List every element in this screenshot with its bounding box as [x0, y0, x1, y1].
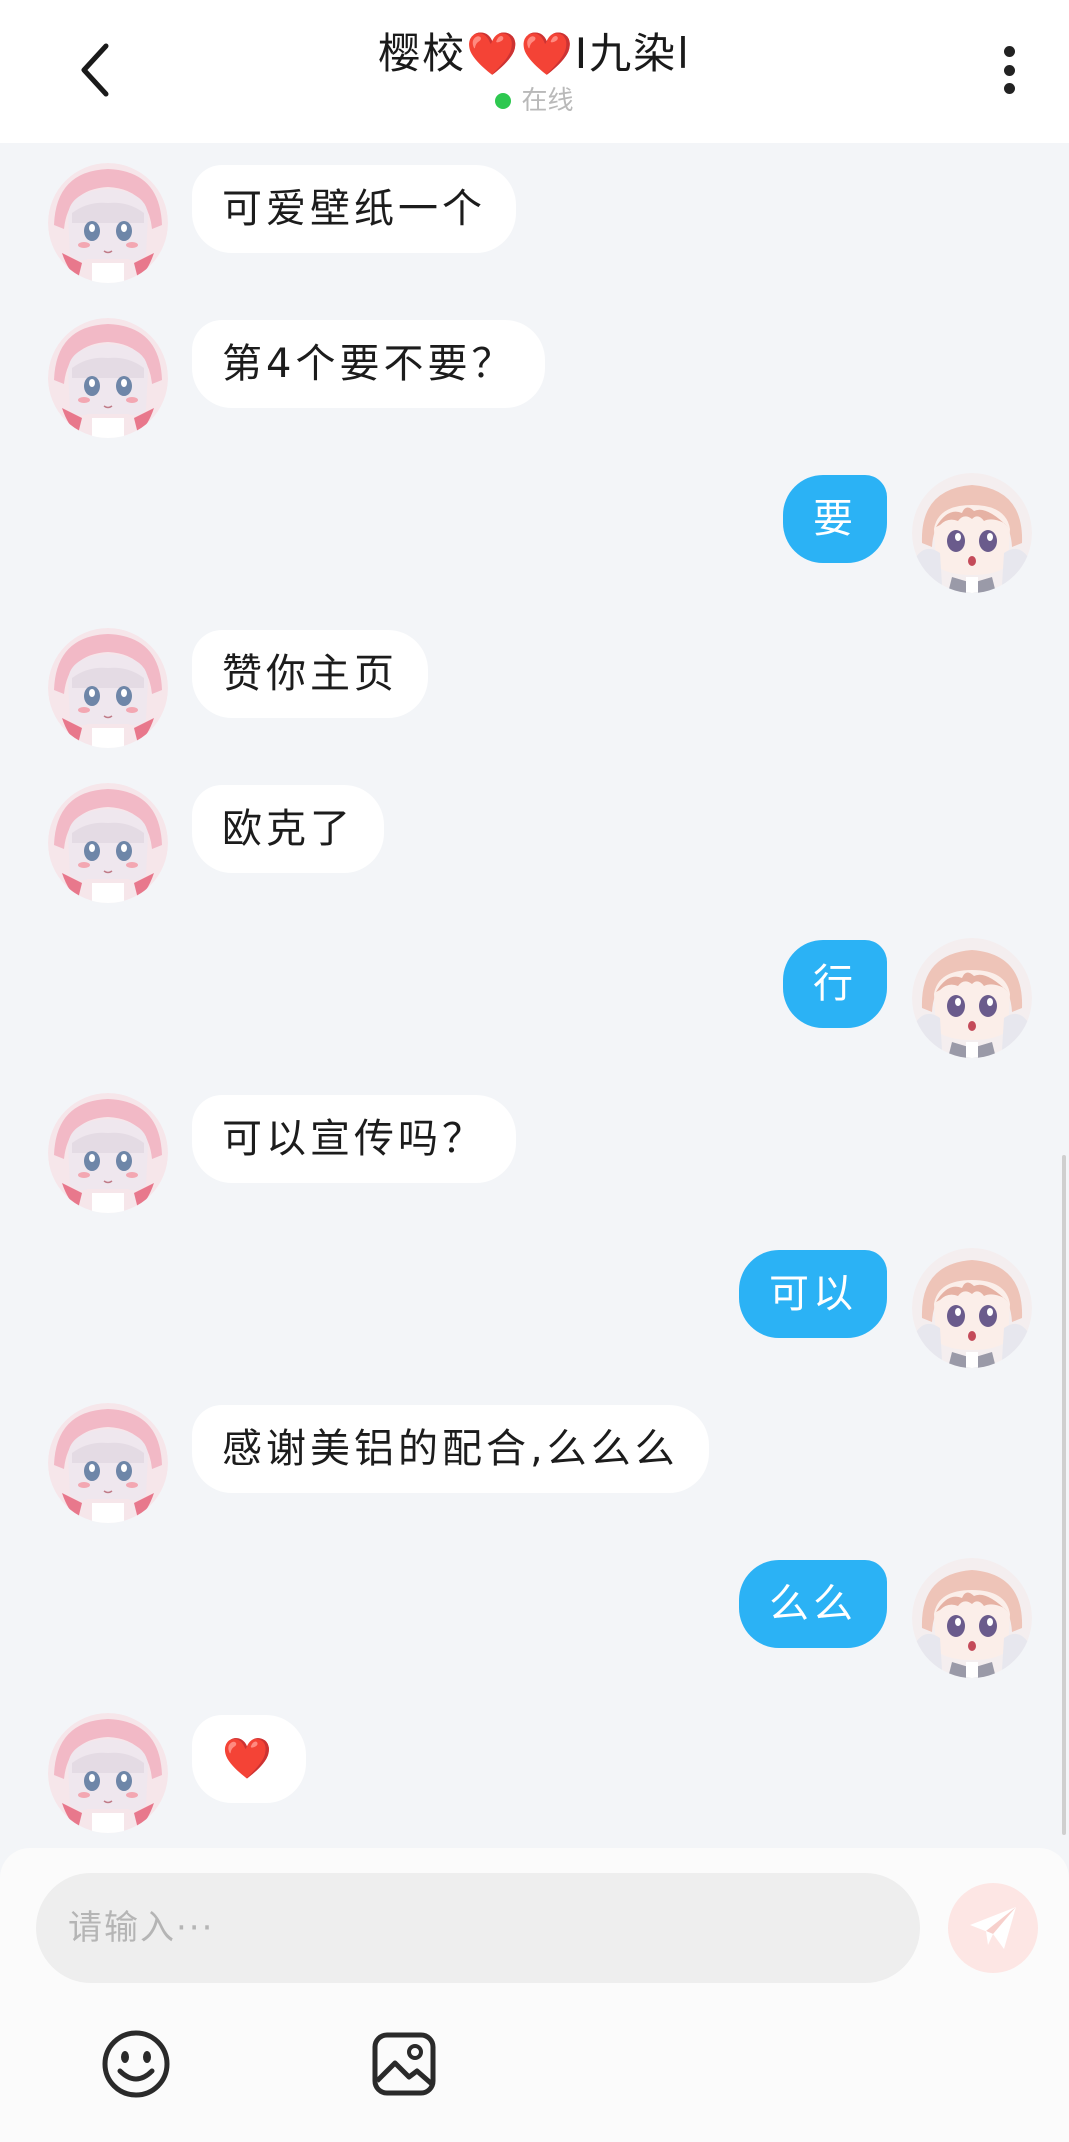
- contact-avatar[interactable]: [48, 1093, 168, 1213]
- composer: [0, 1848, 1069, 2142]
- scrollbar[interactable]: [1062, 1155, 1066, 1835]
- my-avatar[interactable]: [912, 1248, 1032, 1368]
- outgoing-message-bubble[interactable]: 要: [783, 475, 887, 563]
- more-vertical-icon: [1003, 46, 1015, 57]
- incoming-message-bubble[interactable]: 赞你主页: [192, 630, 428, 718]
- chat-title-block: 樱校❤️❤️I九染l 在线: [0, 24, 1069, 116]
- online-dot-icon: [495, 93, 512, 109]
- incoming-message-bubble[interactable]: 感谢美铝的配合,么么么: [192, 1405, 709, 1493]
- contact-avatar[interactable]: [48, 1713, 168, 1833]
- incoming-message-bubble[interactable]: 第4个要不要？: [192, 320, 546, 408]
- incoming-message-bubble[interactable]: 可以宣传吗？: [192, 1095, 516, 1183]
- chat-header: 樱校❤️❤️I九染l 在线: [0, 0, 1069, 143]
- contact-avatar[interactable]: [48, 783, 168, 903]
- incoming-message-bubble[interactable]: 可爱壁纸一个: [192, 165, 516, 253]
- message-row: 行: [0, 938, 1069, 1068]
- message-input[interactable]: [36, 1873, 920, 1983]
- contact-avatar[interactable]: [48, 163, 168, 283]
- contact-avatar[interactable]: [48, 1403, 168, 1523]
- online-status: 在线: [0, 86, 1069, 116]
- message-row: 可以宣传吗？: [0, 1093, 1069, 1223]
- incoming-message-bubble[interactable]: 欧克了: [192, 785, 384, 873]
- message-row: 第4个要不要？: [0, 318, 1069, 448]
- message-row: 欧克了: [0, 783, 1069, 913]
- message-row: 赞你主页: [0, 628, 1069, 758]
- outgoing-message-bubble[interactable]: 行: [783, 940, 887, 1028]
- message-row: 可爱壁纸一个: [0, 163, 1069, 293]
- my-avatar[interactable]: [912, 1558, 1032, 1678]
- outgoing-message-bubble[interactable]: 可以: [739, 1250, 887, 1338]
- message-row: 么么: [0, 1558, 1069, 1688]
- my-avatar[interactable]: [912, 938, 1032, 1058]
- smiley-icon: [102, 2030, 170, 2098]
- contact-avatar[interactable]: [48, 318, 168, 438]
- message-row: 感谢美铝的配合,么么么: [0, 1403, 1069, 1533]
- send-button[interactable]: [948, 1883, 1038, 1973]
- message-row: 要: [0, 473, 1069, 603]
- emoji-button[interactable]: [98, 2026, 174, 2102]
- chat-title: 樱校❤️❤️I九染l: [378, 29, 691, 78]
- my-avatar[interactable]: [912, 473, 1032, 593]
- more-options-button[interactable]: [989, 40, 1029, 100]
- contact-avatar[interactable]: [48, 628, 168, 748]
- online-status-label: 在线: [521, 86, 574, 116]
- outgoing-message-bubble[interactable]: 么么: [739, 1560, 887, 1648]
- incoming-message-bubble[interactable]: ❤️: [192, 1715, 306, 1803]
- image-button[interactable]: [366, 2026, 442, 2102]
- paper-plane-icon: [970, 1907, 1016, 1949]
- message-row: ❤️: [0, 1713, 1069, 1843]
- message-row: 可以: [0, 1248, 1069, 1378]
- image-icon: [372, 2032, 436, 2096]
